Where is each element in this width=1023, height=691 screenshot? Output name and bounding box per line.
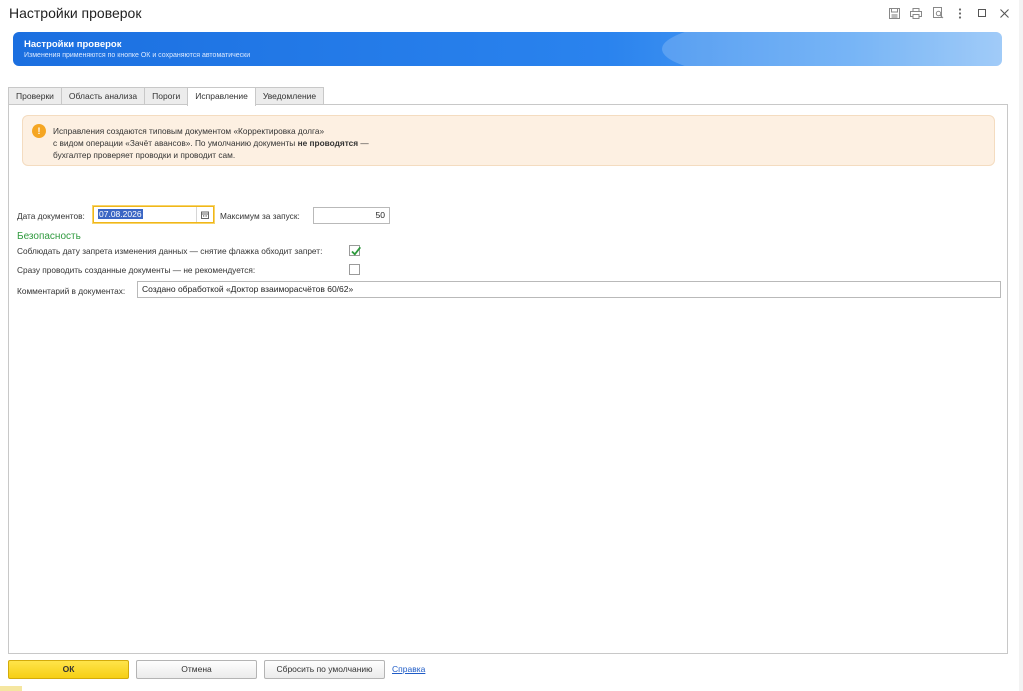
maximize-icon[interactable] — [971, 6, 993, 20]
banner-subtitle: Изменения применяются по кнопке ОК и сох… — [24, 52, 251, 59]
notice-line-3: бухгалтер проверяет проводки и проводит … — [53, 150, 236, 160]
tab-checks[interactable]: Проверки — [8, 87, 62, 105]
warning-icon: ! — [32, 124, 46, 138]
post-immediately-checkbox[interactable] — [349, 264, 360, 275]
header-banner: Настройки проверок Изменения применяются… — [13, 32, 1002, 66]
print-icon[interactable] — [905, 6, 927, 20]
security-section-heading: Безопасность — [17, 231, 81, 242]
notice-line-2: с видом операции «Зачёт авансов». По умо… — [53, 137, 369, 149]
window-right-edge — [1019, 0, 1023, 691]
taskbar-corner-mark — [0, 686, 22, 691]
tab-panel-correction: ! Исправления создаются типовым документ… — [8, 104, 1008, 654]
date-field[interactable]: 07.08.2026 — [93, 206, 214, 223]
tab-notification[interactable]: Уведомление — [254, 87, 325, 105]
banner-title: Настройки проверок — [24, 39, 122, 50]
max-per-run-field[interactable]: 50 — [313, 207, 390, 224]
help-link[interactable]: Справка — [392, 664, 425, 674]
ok-button[interactable]: ОК — [8, 659, 129, 679]
respect-lock-date-label: Соблюдать дату запрета изменения данных … — [17, 246, 323, 256]
date-label: Дата документов: — [17, 211, 85, 221]
notice-line-2-end: — — [358, 138, 369, 148]
tab-analysis-scope[interactable]: Область анализа — [60, 87, 146, 105]
comment-label: Комментарий в документах: — [17, 286, 126, 296]
tab-bar: Проверки Область анализа Пороги Исправле… — [8, 87, 325, 106]
more-icon[interactable] — [949, 6, 971, 20]
tab-thresholds[interactable]: Пороги — [144, 87, 189, 105]
banner-glow-decoration — [662, 32, 1002, 66]
notice-text: Исправления создаются типовым документом… — [53, 125, 369, 161]
save-icon[interactable] — [883, 6, 905, 20]
window-controls — [883, 6, 1015, 20]
date-value: 07.08.2026 — [98, 209, 143, 219]
notice-line-1: Исправления создаются типовым документом… — [53, 126, 325, 136]
calendar-icon[interactable] — [196, 207, 213, 222]
max-per-run-label: Максимум за запуск: — [220, 211, 300, 221]
close-icon[interactable] — [993, 6, 1015, 20]
notice-line-2-start: с видом операции «Зачёт авансов». По умо… — [53, 138, 298, 148]
info-notice: ! Исправления создаются типовым документ… — [22, 115, 995, 166]
dialog-footer: ОК Отмена Сбросить по умолчанию Справка — [8, 659, 425, 679]
window-title: Настройки проверок — [9, 5, 142, 21]
notice-line-2-bold: не проводятся — [297, 138, 359, 148]
post-immediately-label: Сразу проводить созданные документы — не… — [17, 265, 256, 275]
preview-icon[interactable] — [927, 6, 949, 20]
tab-correction[interactable]: Исправление — [187, 87, 256, 106]
respect-lock-date-checkbox[interactable] — [349, 245, 362, 256]
comment-field[interactable]: Создано обработкой «Доктор взаиморасчёто… — [137, 281, 1001, 298]
cancel-button[interactable]: Отмена — [136, 659, 257, 679]
reset-defaults-button[interactable]: Сбросить по умолчанию — [264, 659, 385, 679]
window-titlebar: Настройки проверок — [0, 0, 1023, 26]
